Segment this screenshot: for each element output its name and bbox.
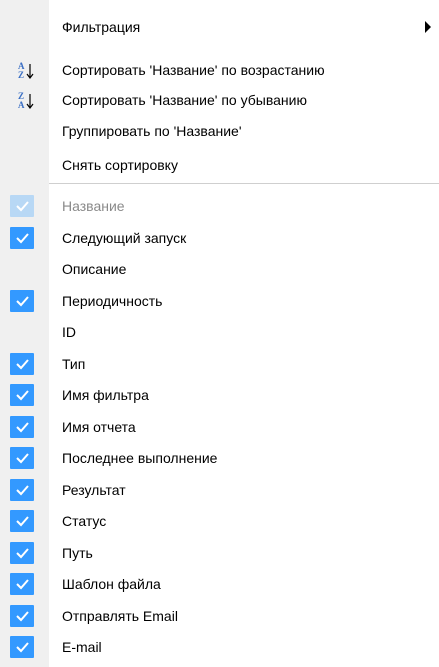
column-toggle-item[interactable]: Имя отчета	[0, 411, 439, 443]
column-toggle-item[interactable]: ID	[0, 316, 439, 348]
checkmark-icon	[10, 195, 34, 217]
svg-text:A: A	[18, 100, 25, 110]
column-toggle-label: ID	[62, 324, 76, 340]
column-toggle-item[interactable]: Описание	[0, 253, 439, 285]
column-context-menu: Фильтрация A Z Сортировать 'Название' по…	[0, 0, 439, 667]
column-toggle-label: Статус	[62, 513, 107, 529]
menu-item-sort-ascending[interactable]: A Z Сортировать 'Название' по возрастани…	[0, 54, 439, 86]
checkmark-icon	[10, 290, 34, 312]
sort-ascending-az-icon: A Z	[17, 61, 37, 81]
checkmark-icon	[10, 447, 34, 469]
column-toggle-label: Имя отчета	[62, 419, 136, 435]
menu-item-group-by-label: Группировать по 'Название'	[62, 123, 242, 139]
column-toggle-item: Название	[0, 190, 439, 222]
checkmark-icon	[10, 479, 34, 501]
column-toggle-label: Путь	[62, 545, 93, 561]
menu-item-group-by[interactable]: Группировать по 'Название'	[0, 115, 439, 147]
column-toggle-label: Следующий запуск	[62, 230, 187, 246]
checkmark-icon	[10, 353, 34, 375]
column-toggle-item[interactable]: Имя фильтра	[0, 379, 439, 411]
column-toggle-item[interactable]: Путь	[0, 537, 439, 569]
column-toggle-item[interactable]: Тип	[0, 348, 439, 380]
column-toggle-label: Последнее выполнение	[62, 450, 218, 466]
column-toggle-item[interactable]: Результат	[0, 474, 439, 506]
column-toggle-item[interactable]: Шаблон файла	[0, 568, 439, 600]
menu-separator	[49, 183, 439, 184]
column-toggle-label: Шаблон файла	[62, 576, 161, 592]
column-toggle-label: Результат	[62, 482, 126, 498]
menu-item-sort-ascending-label: Сортировать 'Название' по возрастанию	[62, 62, 325, 78]
column-toggle-label: Описание	[62, 261, 127, 277]
menu-item-sort-descending[interactable]: Z A Сортировать 'Название' по убыванию	[0, 84, 439, 116]
column-toggle-item[interactable]: E-mail	[0, 631, 439, 663]
column-toggle-label: Тип	[62, 356, 86, 372]
menu-item-sort-descending-label: Сортировать 'Название' по убыванию	[62, 92, 307, 108]
column-toggle-item[interactable]: Последнее выполнение	[0, 442, 439, 474]
checkmark-icon	[10, 636, 34, 658]
column-toggle-label: Имя фильтра	[62, 387, 149, 403]
menu-item-clear-sort[interactable]: Снять сортировку	[0, 149, 439, 181]
checkmark-icon	[10, 384, 34, 406]
column-toggle-item[interactable]: Периодичность	[0, 285, 439, 317]
column-toggle-label: Название	[62, 198, 125, 214]
column-toggle-item[interactable]: Следующий запуск	[0, 222, 439, 254]
column-toggle-label: Отправлять Email	[62, 608, 178, 624]
checkmark-icon	[10, 416, 34, 438]
column-toggle-item[interactable]: Статус	[0, 505, 439, 537]
submenu-arrow-icon	[425, 21, 431, 33]
column-toggle-label: E-mail	[62, 639, 102, 655]
menu-item-filter[interactable]: Фильтрация	[0, 11, 439, 43]
column-toggle-item[interactable]: Отправлять Email	[0, 600, 439, 632]
checkmark-icon	[10, 510, 34, 532]
sort-descending-za-icon: Z A	[17, 91, 37, 111]
svg-text:Z: Z	[18, 70, 24, 80]
checkmark-icon	[10, 573, 34, 595]
checkmark-icon	[10, 542, 34, 564]
column-toggle-label: Периодичность	[62, 293, 163, 309]
menu-item-filter-label: Фильтрация	[62, 19, 141, 35]
checkmark-icon	[10, 605, 34, 627]
menu-item-clear-sort-label: Снять сортировку	[62, 157, 178, 173]
checkmark-icon	[10, 227, 34, 249]
